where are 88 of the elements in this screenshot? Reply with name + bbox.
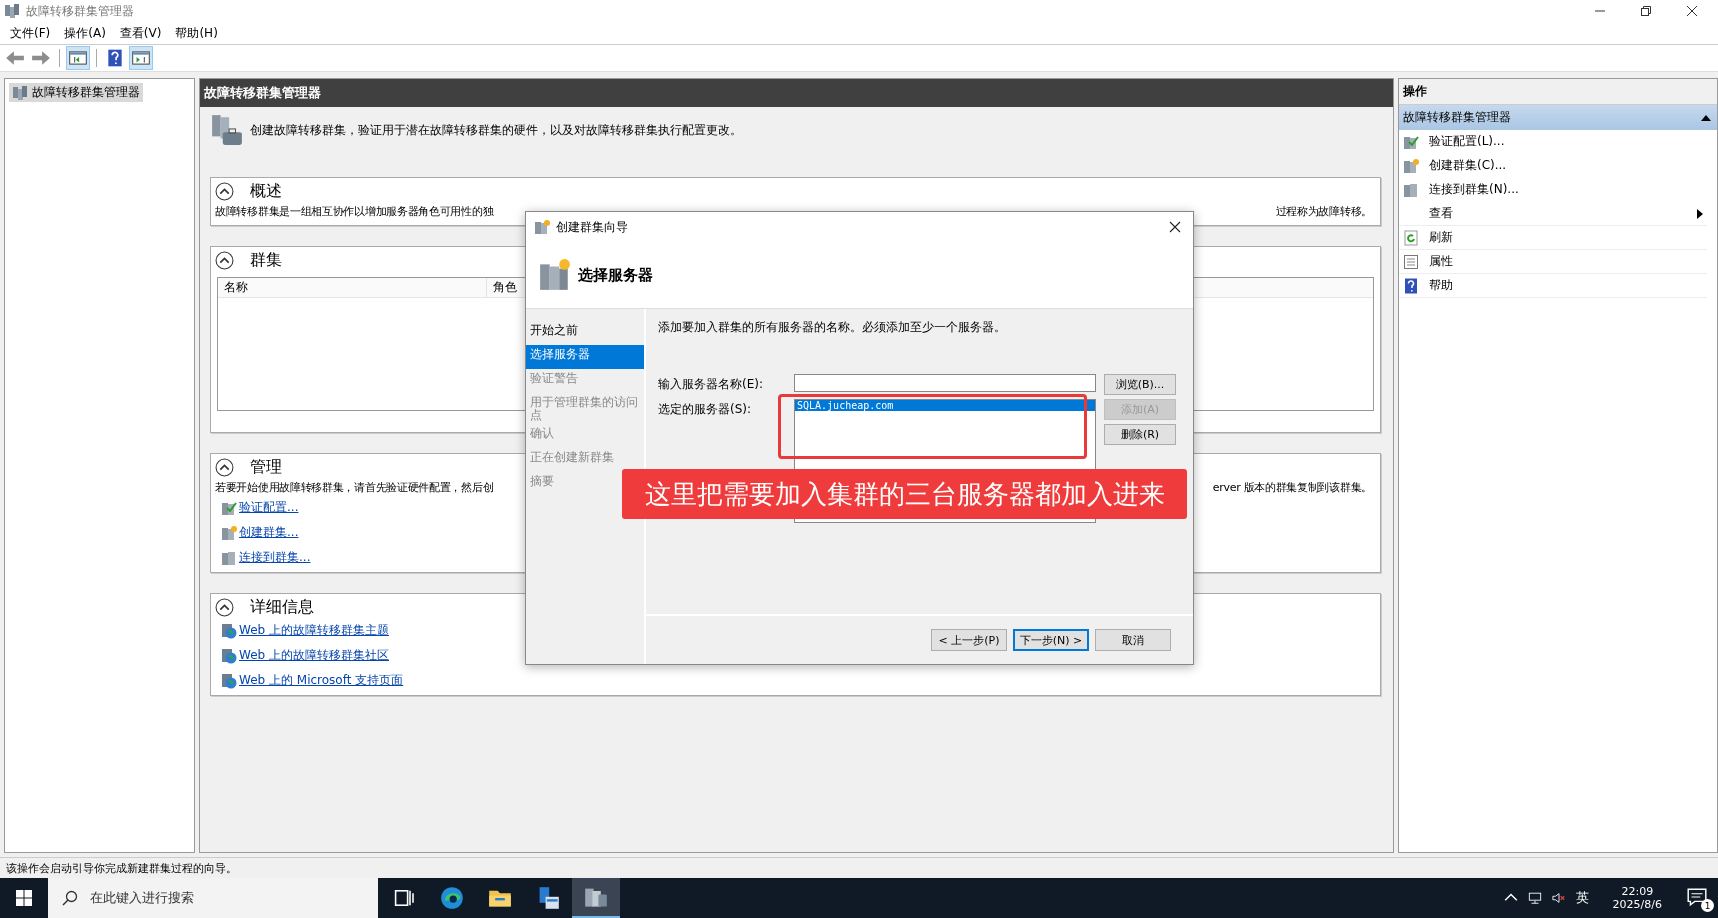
taskbar-search-field[interactable]: 在此键入进行搜索 xyxy=(48,878,378,918)
server-star-icon xyxy=(221,524,237,541)
server-toolbox-icon xyxy=(210,113,244,147)
panel-header: 故障转移群集管理器 xyxy=(200,79,1393,107)
pane-title: 操作 xyxy=(1399,79,1717,105)
taskbar-app[interactable] xyxy=(572,878,620,918)
browse-button[interactable]: 浏览(B)... xyxy=(1104,374,1176,395)
action-item[interactable]: 刷新 xyxy=(1399,226,1707,250)
restore-icon[interactable] xyxy=(1640,5,1652,17)
cluster-icon xyxy=(12,84,28,101)
wizard-step: 开始之前 xyxy=(526,321,644,345)
properties-icon xyxy=(1403,253,1419,270)
menu-item[interactable]: 操作(A) xyxy=(64,24,106,42)
notification-icon[interactable] xyxy=(1686,886,1708,908)
wizard-step: 用于管理群集的访问点 xyxy=(526,393,644,425)
network-icon[interactable] xyxy=(1527,891,1542,905)
console-tree-icon[interactable] xyxy=(67,47,89,69)
action-item[interactable]: 连接到群集(N)... xyxy=(1399,178,1707,202)
notification-count: 1 xyxy=(1701,899,1714,912)
section-text: erver 版本的群集复制到该群集。 xyxy=(1212,480,1373,495)
link[interactable]: Web 上的故障转移群集社区 xyxy=(239,647,389,664)
search-icon xyxy=(62,890,78,906)
status-text: 该操作会启动引导你完成新建群集过程的向导。 xyxy=(6,860,237,876)
section-text: 若要开始使用故障转移群集，请首先验证硬件配置，然后创 xyxy=(215,480,494,495)
column-header[interactable]: 名称 xyxy=(218,278,487,297)
action-item[interactable]: 验证配置(L)... xyxy=(1399,130,1707,154)
collapse-chevron-icon[interactable] xyxy=(215,458,234,477)
server-icon xyxy=(1403,181,1419,198)
input-method-indicator[interactable]: 英 xyxy=(1575,889,1589,907)
close-icon[interactable] xyxy=(1169,221,1181,233)
section-title: 概述 xyxy=(250,181,282,202)
section-title: 管理 xyxy=(250,457,282,478)
action-group-header[interactable]: 故障转移群集管理器 xyxy=(1399,105,1717,130)
dialog-title: 创建群集向导 xyxy=(556,218,628,236)
clock[interactable]: 22:09 2025/8/6 xyxy=(1598,885,1676,911)
wizard-button[interactable]: 取消 xyxy=(1095,629,1171,651)
section-title: 群集 xyxy=(250,250,282,271)
wizard-heading: 选择服务器 xyxy=(578,265,653,285)
section-text: 故障转移群集是一组相互协作以增加服务器角色可用性的独 xyxy=(215,204,494,219)
link[interactable]: 连接到群集... xyxy=(239,549,311,566)
action-item[interactable]: 帮助 xyxy=(1399,274,1707,298)
windows-start-icon[interactable] xyxy=(16,890,32,906)
field-label: 输入服务器名称(E): xyxy=(658,376,764,393)
cluster-icon xyxy=(534,219,550,235)
tree-item[interactable]: 故障转移群集管理器 xyxy=(9,83,143,102)
wizard-step: 选择服务器 xyxy=(526,345,644,369)
collapse-chevron-icon[interactable] xyxy=(215,598,234,617)
collapse-triangle-icon[interactable] xyxy=(1701,113,1711,122)
submenu-arrow-icon xyxy=(1697,208,1703,219)
menu-item[interactable]: 查看(V) xyxy=(119,24,162,42)
help-icon xyxy=(1403,277,1419,294)
link[interactable]: Web 上的故障转移群集主题 xyxy=(239,622,389,639)
collapse-chevron-icon[interactable] xyxy=(215,251,234,270)
link[interactable]: 验证配置... xyxy=(239,499,299,516)
cluster-icon xyxy=(4,3,20,19)
globe-icon xyxy=(221,622,237,639)
server-list-item[interactable]: SQLA.jucheap.com xyxy=(795,400,1095,411)
globe-icon xyxy=(221,647,237,664)
wizard-button[interactable]: 下一步(N) > xyxy=(1013,629,1089,651)
link[interactable]: 创建群集... xyxy=(239,524,299,541)
action-pane-icon[interactable] xyxy=(130,47,152,69)
wizard-button[interactable]: < 上一步(P) xyxy=(931,629,1007,651)
collapse-chevron-icon[interactable] xyxy=(215,182,234,201)
browser-icon xyxy=(440,886,464,910)
wizard-step: 验证警告 xyxy=(526,369,644,393)
action-item[interactable]: 创建群集(C)... xyxy=(1399,154,1707,178)
section-title: 详细信息 xyxy=(250,597,314,618)
intro-text: 创建故障转移群集，验证用于潜在故障转移群集的硬件，以及对故障转移群集执行配置更改。 xyxy=(250,121,742,139)
server-icon xyxy=(221,549,237,566)
action-item[interactable]: 查看 xyxy=(1399,202,1707,226)
instruction-text: 添加要加入群集的所有服务器的名称。必须添加至少一个服务器。 xyxy=(658,319,1007,336)
field-label: 选定的服务器(S): xyxy=(658,401,753,418)
list-button[interactable]: 删除(R) xyxy=(1104,424,1176,445)
menu-item[interactable]: 帮助(H) xyxy=(175,24,218,42)
menu-item[interactable]: 文件(F) xyxy=(10,24,51,42)
server-star-icon xyxy=(1403,157,1419,174)
wizard-step: 确认 xyxy=(526,424,644,449)
link[interactable]: Web 上的 Microsoft 支持页面 xyxy=(239,672,404,689)
server-star-icon xyxy=(538,258,572,292)
action-item[interactable]: 属性 xyxy=(1399,250,1707,274)
annotation-banner: 这里把需要加入集群的三台服务器都加入进来 xyxy=(622,469,1187,519)
window-title: 故障转移群集管理器 xyxy=(26,2,134,20)
muted-speaker-icon[interactable] xyxy=(1551,891,1566,905)
server-name-field[interactable] xyxy=(794,374,1096,392)
close-icon[interactable] xyxy=(1686,5,1698,17)
refresh-icon xyxy=(1403,229,1419,246)
globe-icon xyxy=(221,672,237,689)
section-text: 过程称为故障转移。 xyxy=(1275,204,1373,219)
